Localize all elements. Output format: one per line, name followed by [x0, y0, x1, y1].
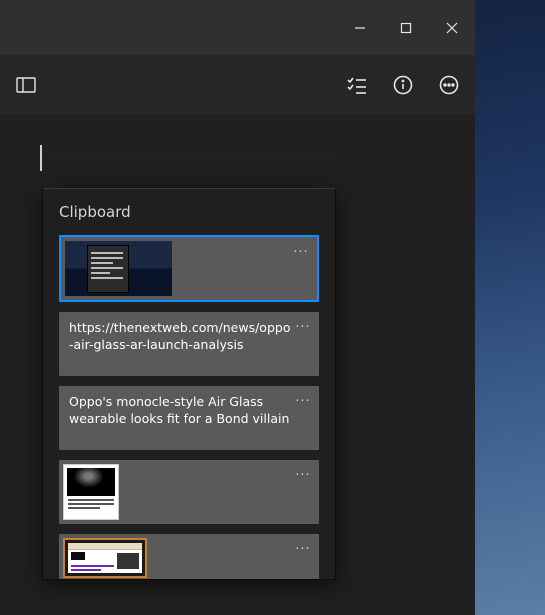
- more-icon: [439, 75, 459, 95]
- sidebar-toggle-button[interactable]: [14, 73, 38, 97]
- maximize-icon: [400, 22, 412, 34]
- clipboard-item[interactable]: https://thenextweb.com/news/oppo-air-gla…: [59, 312, 319, 376]
- clipboard-item-more-button[interactable]: ···: [293, 392, 313, 412]
- clipboard-item-text: https://thenextweb.com/news/oppo-air-gla…: [69, 320, 291, 354]
- clipboard-item[interactable]: Oppo's monocle-style Air Glass wearable …: [59, 386, 319, 450]
- clipboard-item-more-button[interactable]: ···: [293, 318, 313, 338]
- clipboard-item[interactable]: ···: [59, 235, 319, 302]
- text-cursor: [40, 145, 42, 171]
- clipboard-panel: Clipboard ··· https://thenextweb.com/new…: [42, 188, 336, 580]
- clipboard-title: Clipboard: [59, 203, 319, 221]
- clipboard-item-more-button[interactable]: ···: [293, 540, 313, 560]
- close-icon: [446, 22, 458, 34]
- clipboard-item[interactable]: ···: [59, 534, 319, 580]
- info-button[interactable]: [391, 73, 415, 97]
- maximize-button[interactable]: [383, 8, 429, 48]
- clipboard-image-thumb: [63, 538, 147, 578]
- toolbar: [0, 55, 475, 115]
- info-icon: [393, 75, 413, 95]
- sidebar-icon: [16, 77, 36, 93]
- minimize-button[interactable]: [337, 8, 383, 48]
- clipboard-image-thumb: [63, 464, 119, 520]
- clipboard-item[interactable]: ···: [59, 460, 319, 524]
- titlebar: [0, 0, 475, 55]
- clipboard-item-more-button[interactable]: ···: [291, 243, 311, 263]
- minimize-icon: [354, 22, 366, 34]
- clipboard-item-text: Oppo's monocle-style Air Glass wearable …: [69, 394, 291, 428]
- clipboard-image-thumb: [65, 241, 172, 296]
- checklist-icon: [347, 76, 367, 94]
- clipboard-item-more-button[interactable]: ···: [293, 466, 313, 486]
- close-button[interactable]: [429, 8, 475, 48]
- checklist-button[interactable]: [345, 73, 369, 97]
- app-window: Clipboard ··· https://thenextweb.com/new…: [0, 0, 475, 615]
- more-button[interactable]: [437, 73, 461, 97]
